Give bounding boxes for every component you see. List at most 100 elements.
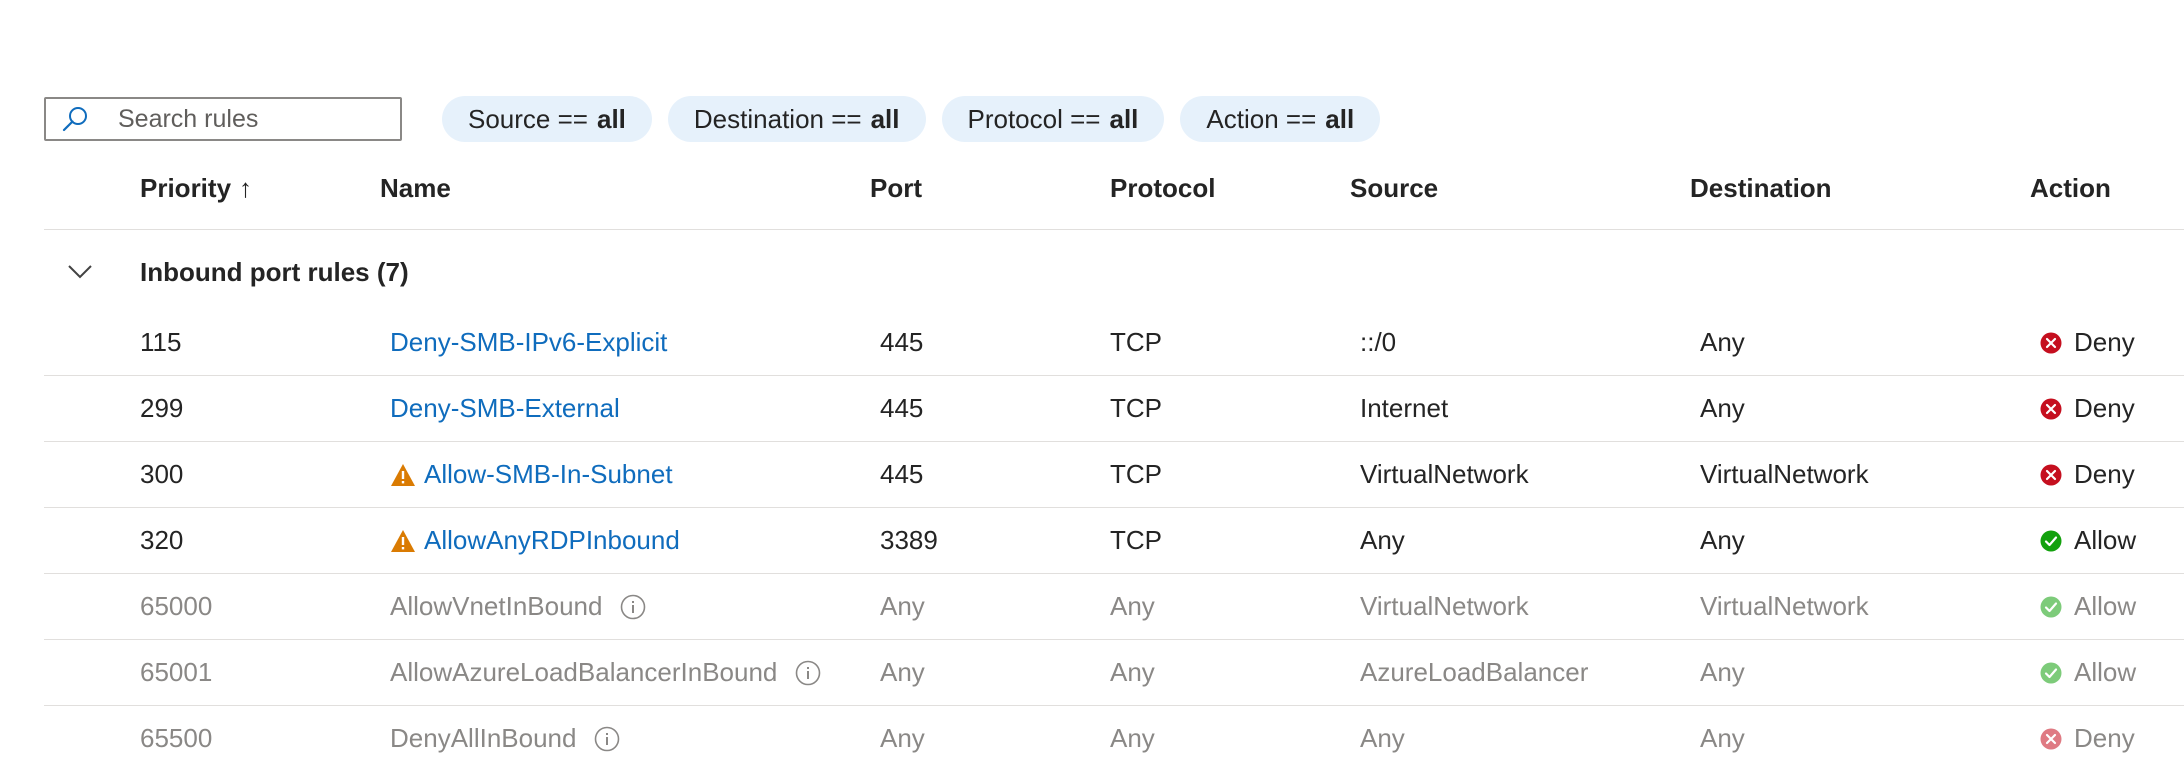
cell-source: VirtualNetwork (1360, 459, 1529, 489)
table-row[interactable]: 115 Deny-SMB-IPv6-Explicit 445 TCP ::/0 … (44, 310, 2184, 376)
cell-destination: Any (1700, 525, 1745, 555)
table-row[interactable]: 300 Allow-SMB-In-Subnet 445 TCP VirtualN… (44, 442, 2184, 508)
filter-action-key: Action == (1206, 103, 1317, 134)
cell-priority: 115 (140, 327, 182, 357)
cell-protocol: TCP (1110, 459, 1162, 489)
allow-icon (2040, 530, 2062, 551)
cell-action: Allow (2040, 525, 2136, 556)
table-row[interactable]: 65001 AllowAzureLoadBalancerInBound Any … (44, 640, 2184, 706)
rule-name-link[interactable]: Deny-SMB-IPv6-Explicit (390, 327, 667, 358)
toolbar: Source == all Destination == all Protocol … (44, 94, 1396, 144)
cell-action: Deny (2040, 723, 2135, 754)
cell-source: ::/0 (1360, 327, 1397, 357)
cell-destination: Any (1700, 393, 1745, 423)
chevron-down-icon[interactable] (66, 257, 94, 285)
cell-source: VirtualNetwork (1360, 591, 1529, 621)
cell-destination: Any (1700, 723, 1745, 753)
column-header-destination[interactable]: Destination (1690, 173, 1832, 204)
table-row[interactable]: 320 AllowAnyRDPInbound 3389 TCP Any Any … (44, 508, 2184, 574)
cell-port: 445 (880, 393, 924, 423)
cell-source: Any (1360, 723, 1405, 753)
filter-protocol-key: Protocol == (967, 103, 1101, 134)
cell-port: 445 (880, 327, 924, 357)
filter-source-value: all (596, 103, 626, 134)
search-input[interactable] (116, 103, 380, 135)
cell-destination: VirtualNetwork (1700, 591, 1869, 621)
cell-destination: Any (1700, 327, 1745, 357)
column-priority-label: Priority (140, 173, 232, 203)
cell-action: Allow (2040, 657, 2136, 688)
group-label: Inbound port rules (7) (140, 257, 409, 287)
column-header-protocol[interactable]: Protocol (1110, 173, 1215, 204)
deny-icon (2040, 332, 2062, 353)
rule-name-link[interactable]: Allow-SMB-In-Subnet (424, 459, 673, 490)
deny-icon (2040, 464, 2062, 485)
action-label: Allow (2074, 657, 2137, 687)
allow-icon (2040, 662, 2062, 683)
cell-port: Any (880, 591, 925, 621)
rule-name: DenyAllInBound (390, 723, 577, 753)
filter-source[interactable]: Source == all (442, 96, 652, 142)
cell-priority: 65001 (140, 657, 213, 687)
cell-source: Any (1360, 525, 1405, 555)
table-row[interactable]: 65000 AllowVnetInBound Any Any VirtualNe… (44, 574, 2184, 640)
cell-protocol: TCP (1110, 327, 1162, 357)
filter-protocol-value: all (1109, 103, 1139, 134)
search-box[interactable] (44, 97, 402, 141)
cell-action: Deny (2040, 393, 2135, 424)
info-icon[interactable] (620, 594, 646, 620)
cell-port: Any (880, 657, 925, 687)
action-label: Deny (2074, 327, 2135, 357)
rule-name: AllowVnetInBound (390, 591, 603, 621)
action-label: Deny (2074, 723, 2135, 753)
cell-destination: VirtualNetwork (1700, 459, 1869, 489)
column-header-port[interactable]: Port (870, 173, 922, 204)
deny-icon (2040, 728, 2062, 749)
filter-destination-value: all (870, 103, 900, 134)
column-header-priority[interactable]: Priority ↑ (140, 173, 252, 204)
filter-source-key: Source == (468, 103, 588, 134)
table-row[interactable]: 299 Deny-SMB-External 445 TCP Internet A… (44, 376, 2184, 442)
filter-action-value: all (1325, 103, 1355, 134)
filter-action[interactable]: Action == all (1180, 96, 1381, 142)
cell-priority: 299 (140, 393, 184, 423)
cell-port: 445 (880, 459, 924, 489)
rule-name-link[interactable]: Deny-SMB-External (390, 393, 620, 424)
cell-port: Any (880, 723, 925, 753)
cell-action: Deny (2040, 459, 2135, 490)
rule-name-link[interactable]: AllowAnyRDPInbound (424, 525, 680, 556)
cell-source: Internet (1360, 393, 1449, 423)
cell-protocol: TCP (1110, 393, 1162, 423)
column-header-source[interactable]: Source (1350, 173, 1438, 204)
filter-destination-key: Destination == (693, 103, 862, 134)
cell-priority: 65500 (140, 723, 213, 753)
info-icon[interactable] (795, 660, 821, 686)
cell-priority: 320 (140, 525, 184, 555)
cell-priority: 65000 (140, 591, 213, 621)
column-header-name[interactable]: Name (380, 173, 451, 204)
table-row[interactable]: 65500 DenyAllInBound Any Any Any Any Den… (44, 706, 2184, 771)
action-label: Allow (2074, 591, 2137, 621)
warning-icon (391, 463, 415, 486)
cell-priority: 300 (140, 459, 184, 489)
info-icon[interactable] (594, 726, 620, 752)
group-header-inbound[interactable]: Inbound port rules (7) (44, 235, 2184, 309)
column-header-action[interactable]: Action (2030, 173, 2111, 204)
allow-icon (2040, 596, 2062, 617)
cell-protocol: Any (1110, 591, 1155, 621)
cell-port: 3389 (880, 525, 938, 555)
rule-name: AllowAzureLoadBalancerInBound (390, 657, 778, 687)
table-header: Priority ↑ Name Port Protocol Source Dest… (44, 155, 2184, 230)
cell-protocol: Any (1110, 723, 1155, 753)
action-label: Deny (2074, 393, 2135, 423)
filter-destination[interactable]: Destination == all (667, 96, 926, 142)
filter-protocol[interactable]: Protocol == all (941, 96, 1165, 142)
search-icon (62, 107, 87, 132)
warning-icon (391, 529, 415, 552)
cell-protocol: Any (1110, 657, 1155, 687)
sort-ascending-icon: ↑ (239, 173, 253, 203)
cell-action: Allow (2040, 591, 2136, 622)
cell-destination: Any (1700, 657, 1745, 687)
cell-source: AzureLoadBalancer (1360, 657, 1589, 687)
action-label: Allow (2074, 525, 2137, 555)
